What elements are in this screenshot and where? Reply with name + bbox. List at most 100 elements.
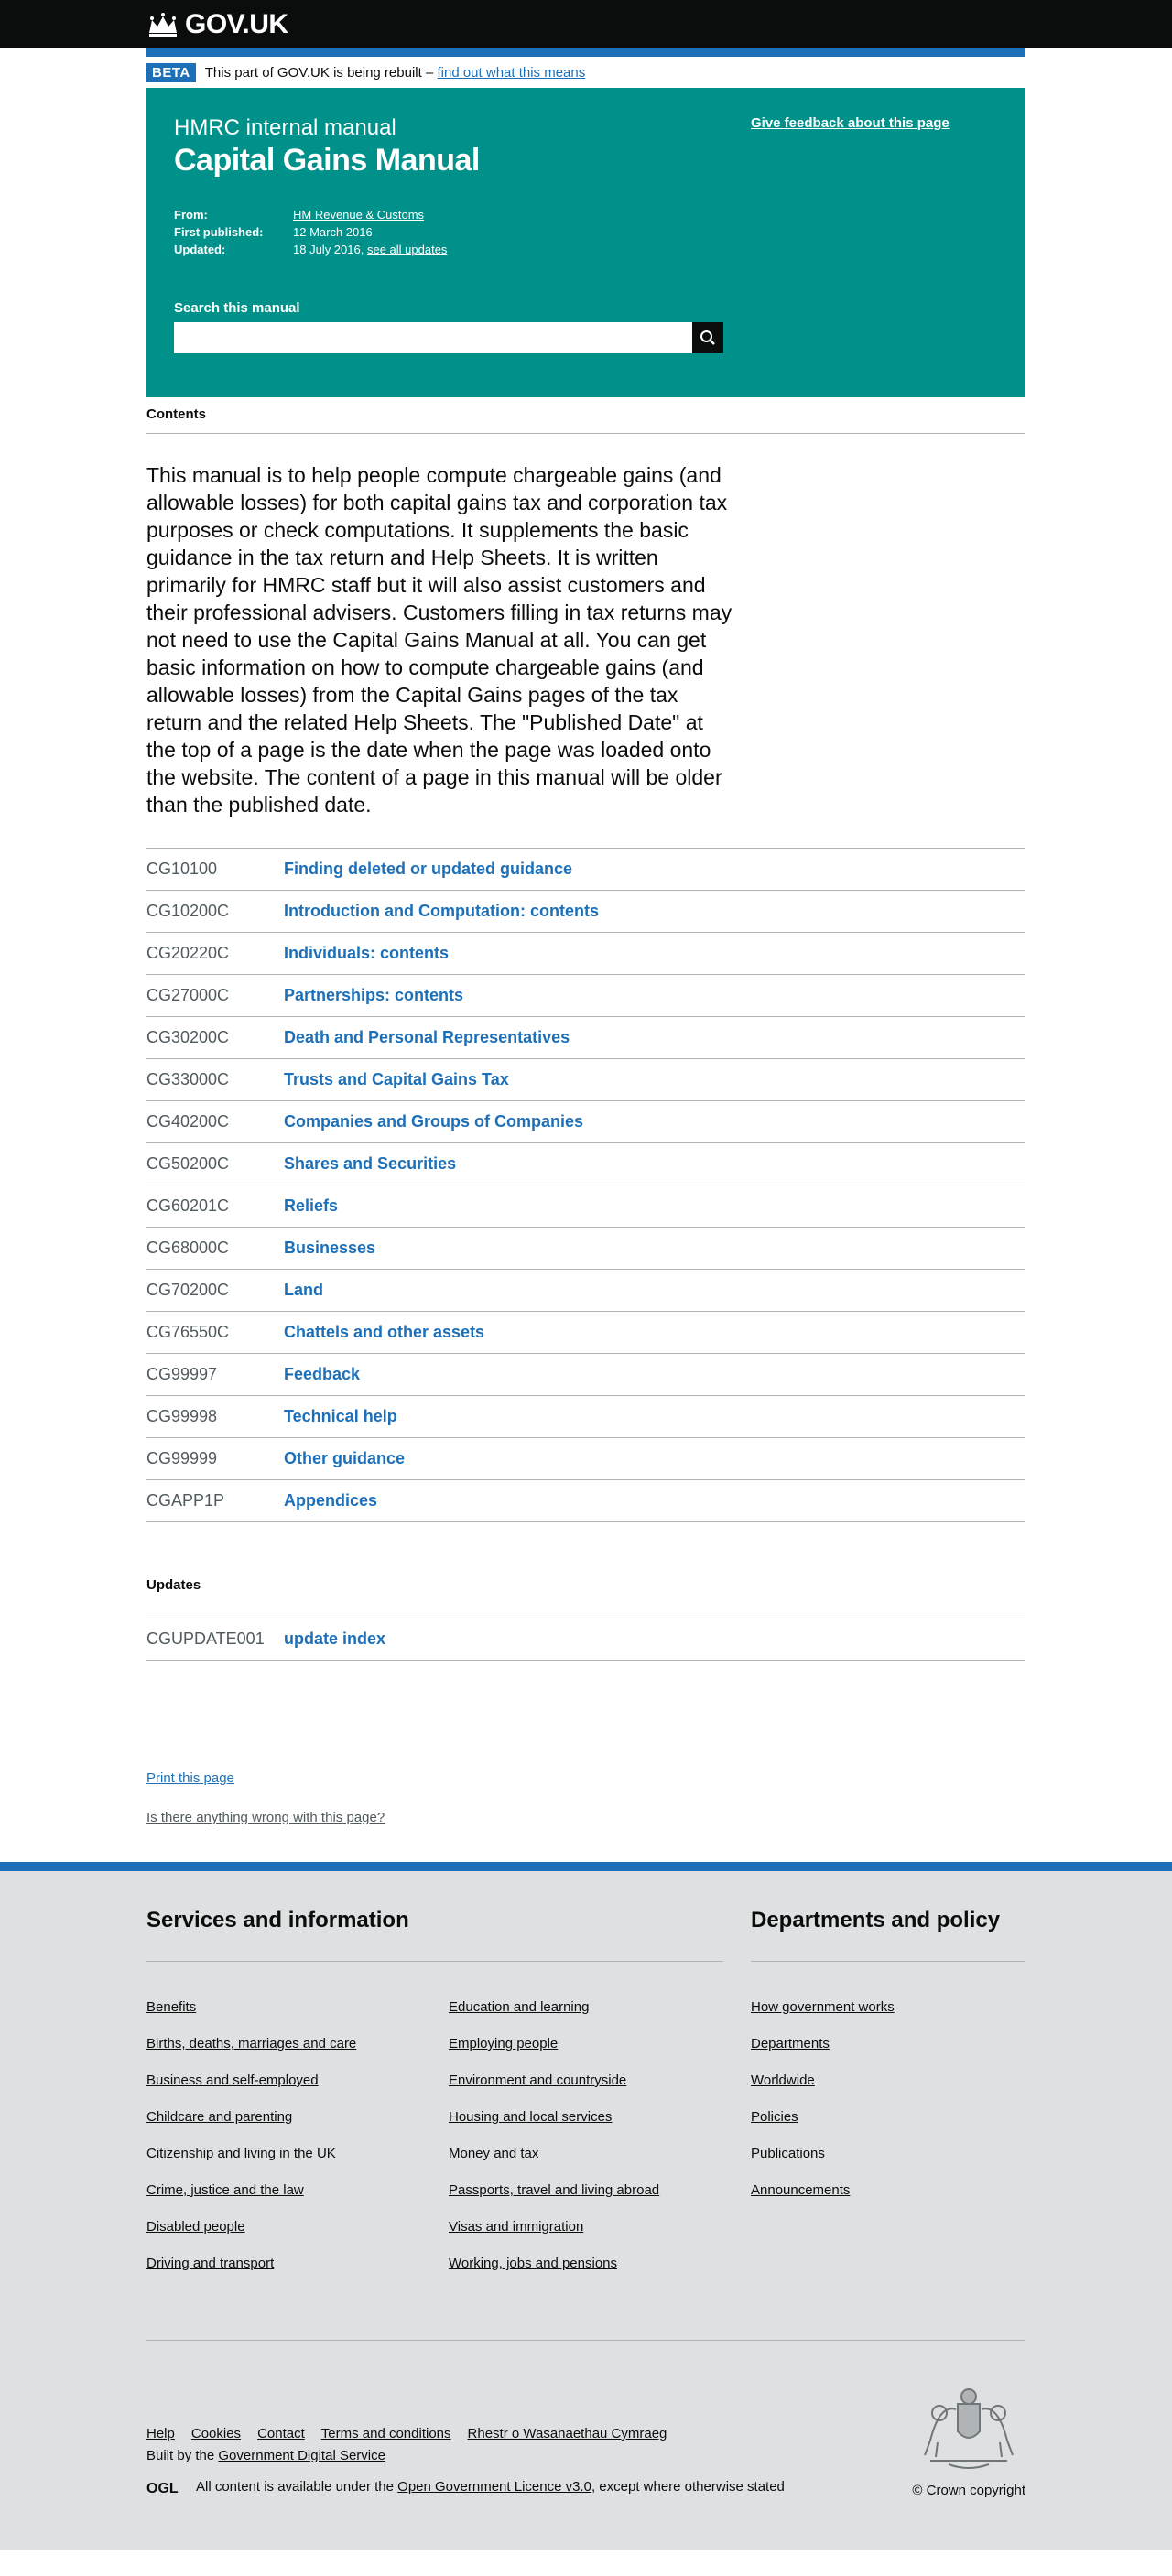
print-page-link[interactable]: Print this page bbox=[146, 1770, 234, 1786]
section-code: CGUPDATE001 bbox=[146, 1629, 265, 1648]
govuk-logo-link[interactable]: GOV.UK bbox=[146, 9, 288, 40]
list-item: CG99999 Other guidance bbox=[146, 1438, 1026, 1480]
section-code: CG33000C bbox=[146, 1070, 230, 1088]
section-link[interactable]: Businesses bbox=[284, 1239, 375, 1258]
footer-list-item: Childcare and parenting bbox=[146, 2109, 356, 2146]
from-link[interactable]: HM Revenue & Customs bbox=[293, 206, 424, 223]
footer-list-item: Environment and countryside bbox=[449, 2073, 659, 2109]
page-title: Capital Gains Manual bbox=[174, 143, 480, 178]
section-link[interactable]: Finding deleted or updated guidance bbox=[284, 860, 572, 879]
services-heading: Services and information bbox=[146, 1908, 409, 1932]
footer-list-item: Money and tax bbox=[449, 2146, 659, 2182]
beta-feedback-link[interactable]: find out what this means bbox=[437, 65, 585, 81]
footer-department-link[interactable]: How government works bbox=[751, 1999, 895, 2015]
footer-service-link[interactable]: Passports, travel and living abroad bbox=[449, 2182, 659, 2198]
section-link[interactable]: Partnerships: contents bbox=[284, 986, 463, 1005]
manual-kicker: HMRC internal manual bbox=[174, 115, 396, 140]
footer-service-link[interactable]: Money and tax bbox=[449, 2146, 538, 2161]
footer-list-item: Passports, travel and living abroad bbox=[449, 2182, 659, 2219]
list-item: CGAPP1P Appendices bbox=[146, 1480, 1026, 1522]
section-link[interactable]: Individuals: contents bbox=[284, 944, 449, 963]
give-feedback-link[interactable]: Give feedback about this page bbox=[751, 115, 950, 131]
footer-service-link[interactable]: Visas and immigration bbox=[449, 2219, 583, 2235]
footer-list-item: Citizenship and living in the UK bbox=[146, 2146, 356, 2182]
footer-department-link[interactable]: Publications bbox=[751, 2146, 825, 2161]
list-item: CG20220C Individuals: contents bbox=[146, 933, 1026, 975]
search-input[interactable] bbox=[174, 322, 692, 353]
section-code: CG50200C bbox=[146, 1154, 230, 1173]
footer-service-link[interactable]: Disabled people bbox=[146, 2219, 245, 2235]
footer-service-link[interactable]: Environment and countryside bbox=[449, 2073, 626, 2088]
crown-icon bbox=[149, 13, 177, 37]
section-link[interactable]: Other guidance bbox=[284, 1449, 405, 1468]
beta-banner: BETA This part of GOV.UK is being rebuil… bbox=[146, 57, 1026, 88]
first-published-label: First published: bbox=[174, 225, 264, 239]
search-form bbox=[174, 322, 723, 353]
footer-list-item: Births, deaths, marriages and care bbox=[146, 2036, 356, 2073]
footer-service-link[interactable]: Births, deaths, marriages and care bbox=[146, 2036, 356, 2051]
footer-service-link[interactable]: Crime, justice and the law bbox=[146, 2182, 304, 2198]
footer-support-link[interactable]: Cookies bbox=[191, 2426, 241, 2441]
built-by: Built by the Government Digital Service bbox=[146, 2448, 385, 2463]
departments-divider bbox=[751, 1961, 1026, 1962]
footer-support-link[interactable]: Contact bbox=[257, 2426, 305, 2441]
gds-link[interactable]: Government Digital Service bbox=[218, 2448, 385, 2463]
footer-service-link[interactable]: Benefits bbox=[146, 1999, 196, 2015]
section-link[interactable]: Introduction and Computation: contents bbox=[284, 902, 599, 921]
ogl-logo-icon: OGL bbox=[146, 2481, 179, 2495]
royal-coat-of-arms-icon bbox=[924, 2388, 1014, 2469]
footer-support-link[interactable]: Help bbox=[146, 2426, 175, 2441]
footer-department-link[interactable]: Departments bbox=[751, 2036, 830, 2051]
section-link[interactable]: Feedback bbox=[284, 1365, 360, 1384]
section-code: CG76550C bbox=[146, 1323, 230, 1341]
footer-list-item: Publications bbox=[751, 2146, 895, 2182]
section-code: CG27000C bbox=[146, 986, 230, 1004]
see-all-updates-link[interactable]: see all updates bbox=[367, 241, 447, 258]
footer-service-link[interactable]: Employing people bbox=[449, 2036, 558, 2051]
footer-department-link[interactable]: Announcements bbox=[751, 2182, 850, 2198]
section-code: CG30200C bbox=[146, 1028, 230, 1046]
built-by-prefix: Built by the bbox=[146, 2448, 215, 2463]
section-link[interactable]: Land bbox=[284, 1281, 323, 1300]
departments-heading: Departments and policy bbox=[751, 1908, 1001, 1932]
footer-service-link[interactable]: Housing and local services bbox=[449, 2109, 612, 2125]
section-link[interactable]: Technical help bbox=[284, 1407, 397, 1426]
footer-list-item: Benefits bbox=[146, 1999, 356, 2036]
section-link[interactable]: Trusts and Capital Gains Tax bbox=[284, 1070, 509, 1089]
footer-list-item: Visas and immigration bbox=[449, 2219, 659, 2256]
search-button[interactable] bbox=[692, 322, 723, 353]
footer-service-link[interactable]: Driving and transport bbox=[146, 2256, 274, 2271]
list-item: CG68000C Businesses bbox=[146, 1228, 1026, 1270]
footer-service-link[interactable]: Citizenship and living in the UK bbox=[146, 2146, 336, 2161]
footer-support-link[interactable]: Terms and conditions bbox=[321, 2426, 451, 2441]
section-link[interactable]: Appendices bbox=[284, 1491, 377, 1510]
section-link[interactable]: update index bbox=[284, 1629, 385, 1649]
section-link[interactable]: Chattels and other assets bbox=[284, 1323, 484, 1342]
footer-service-link[interactable]: Business and self-employed bbox=[146, 2073, 319, 2088]
footer-list-item: Business and self-employed bbox=[146, 2073, 356, 2109]
footer-list-item: Departments bbox=[751, 2036, 895, 2073]
footer-department-link[interactable]: Policies bbox=[751, 2109, 798, 2125]
first-published-value: 12 March 2016 bbox=[293, 225, 373, 239]
footer-list-item: Announcements bbox=[751, 2182, 895, 2219]
list-item: CG76550C Chattels and other assets bbox=[146, 1312, 1026, 1354]
footer-support-link[interactable]: Rhestr o Wasanaethau Cymraeg bbox=[468, 2426, 667, 2441]
section-link[interactable]: Companies and Groups of Companies bbox=[284, 1112, 583, 1131]
section-link[interactable]: Death and Personal Representatives bbox=[284, 1028, 570, 1047]
updates-list: CGUPDATE001 update index bbox=[146, 1618, 1026, 1661]
section-link[interactable]: Reliefs bbox=[284, 1196, 338, 1216]
footer-service-link[interactable]: Education and learning bbox=[449, 1999, 589, 2015]
ogl-link[interactable]: Open Government Licence v3.0 bbox=[397, 2479, 591, 2495]
footer-service-link[interactable]: Working, jobs and pensions bbox=[449, 2256, 617, 2271]
services-list-1: Benefits Births, deaths, marriages and ca… bbox=[146, 1999, 356, 2292]
search-label: Search this manual bbox=[174, 300, 300, 316]
footer-list-item: Worldwide bbox=[751, 2073, 895, 2109]
departments-list: How government works Departments Worldwide… bbox=[751, 1999, 895, 2219]
footer-department-link[interactable]: Worldwide bbox=[751, 2073, 815, 2088]
section-link[interactable]: Shares and Securities bbox=[284, 1154, 456, 1174]
footer-service-link[interactable]: Childcare and parenting bbox=[146, 2109, 292, 2125]
footer-list-item: Education and learning bbox=[449, 1999, 659, 2036]
report-problem-link[interactable]: Is there anything wrong with this page? bbox=[146, 1810, 385, 1825]
list-item: CG70200C Land bbox=[146, 1270, 1026, 1312]
contents-heading: Contents bbox=[146, 397, 1026, 434]
